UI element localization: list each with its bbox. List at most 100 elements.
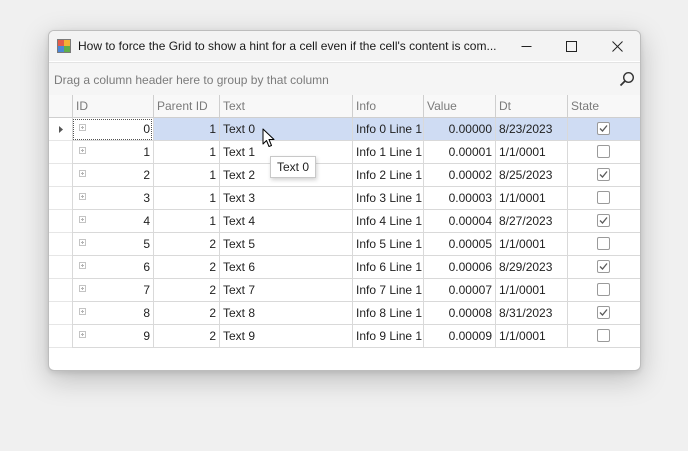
row-indicator[interactable]: [49, 118, 72, 141]
expand-icon[interactable]: [79, 193, 86, 200]
expand-icon[interactable]: [79, 124, 86, 131]
cell-text[interactable]: Text 0: [219, 118, 352, 141]
column-header-text[interactable]: Text: [219, 95, 352, 117]
cell-text[interactable]: Text 7: [219, 279, 352, 302]
cell-info[interactable]: Info 4 Line 1: [352, 210, 423, 233]
cell-state[interactable]: [567, 118, 640, 141]
cell-value[interactable]: 0.00004: [423, 210, 495, 233]
cell-dt[interactable]: 1/1/0001: [495, 141, 567, 164]
table-row[interactable]: 1 1 Text 1 Info 1 Line 1 0.00001 1/1/0001: [49, 141, 640, 164]
cell-id[interactable]: 6: [72, 256, 153, 279]
expand-icon[interactable]: [79, 262, 86, 269]
cell-info[interactable]: Info 8 Line 1: [352, 302, 423, 325]
state-checkbox[interactable]: [597, 191, 610, 204]
cell-id[interactable]: 9: [72, 325, 153, 348]
cell-state[interactable]: [567, 187, 640, 210]
column-header-info[interactable]: Info: [352, 95, 423, 117]
cell-value[interactable]: 0.00007: [423, 279, 495, 302]
state-checkbox[interactable]: [597, 283, 610, 296]
cell-text[interactable]: Text 6: [219, 256, 352, 279]
cell-parent-id[interactable]: 1: [153, 118, 219, 141]
cell-value[interactable]: 0.00003: [423, 187, 495, 210]
row-indicator[interactable]: [49, 141, 72, 164]
cell-parent-id[interactable]: 1: [153, 187, 219, 210]
expand-icon[interactable]: [79, 285, 86, 292]
cell-parent-id[interactable]: 2: [153, 302, 219, 325]
state-checkbox[interactable]: [597, 214, 610, 227]
cell-value[interactable]: 0.00002: [423, 164, 495, 187]
state-checkbox[interactable]: [597, 260, 610, 273]
cell-value[interactable]: 0.00006: [423, 256, 495, 279]
cell-parent-id[interactable]: 2: [153, 233, 219, 256]
cell-id[interactable]: 5: [72, 233, 153, 256]
cell-id[interactable]: 7: [72, 279, 153, 302]
column-header-state[interactable]: State: [567, 95, 640, 117]
row-indicator[interactable]: [49, 233, 72, 256]
cell-text[interactable]: Text 4: [219, 210, 352, 233]
table-row[interactable]: 5 2 Text 5 Info 5 Line 1 0.00005 1/1/0001: [49, 233, 640, 256]
cell-info[interactable]: Info 1 Line 1: [352, 141, 423, 164]
expand-icon[interactable]: [79, 239, 86, 246]
cell-state[interactable]: [567, 256, 640, 279]
cell-info[interactable]: Info 9 Line 1: [352, 325, 423, 348]
column-header-parent-id[interactable]: Parent ID: [153, 95, 219, 117]
cell-id[interactable]: 3: [72, 187, 153, 210]
table-row[interactable]: 9 2 Text 9 Info 9 Line 1 0.00009 1/1/0001: [49, 325, 640, 348]
close-button[interactable]: [594, 31, 640, 61]
table-row[interactable]: 2 1 Text 2 Info 2 Line 1 0.00002 8/25/2023: [49, 164, 640, 187]
cell-value[interactable]: 0.00008: [423, 302, 495, 325]
cell-value[interactable]: 0.00001: [423, 141, 495, 164]
cell-info[interactable]: Info 5 Line 1: [352, 233, 423, 256]
cell-value[interactable]: 0.00009: [423, 325, 495, 348]
cell-info[interactable]: Info 7 Line 1: [352, 279, 423, 302]
cell-text[interactable]: Text 9: [219, 325, 352, 348]
cell-dt[interactable]: 8/29/2023: [495, 256, 567, 279]
table-row[interactable]: 6 2 Text 6 Info 6 Line 1 0.00006 8/29/2023: [49, 256, 640, 279]
expand-icon[interactable]: [79, 216, 86, 223]
table-row[interactable]: 8 2 Text 8 Info 8 Line 1 0.00008 8/31/2023: [49, 302, 640, 325]
cell-dt[interactable]: 8/25/2023: [495, 164, 567, 187]
cell-state[interactable]: [567, 210, 640, 233]
cell-value[interactable]: 0.00005: [423, 233, 495, 256]
cell-value[interactable]: 0.00000: [423, 118, 495, 141]
cell-state[interactable]: [567, 164, 640, 187]
state-checkbox[interactable]: [597, 329, 610, 342]
cell-dt[interactable]: 1/1/0001: [495, 233, 567, 256]
cell-parent-id[interactable]: 2: [153, 279, 219, 302]
table-row[interactable]: 4 1 Text 4 Info 4 Line 1 0.00004 8/27/2023: [49, 210, 640, 233]
cell-id[interactable]: 2: [72, 164, 153, 187]
state-checkbox[interactable]: [597, 306, 610, 319]
column-header-dt[interactable]: Dt: [495, 95, 567, 117]
cell-dt[interactable]: 8/23/2023: [495, 118, 567, 141]
expand-icon[interactable]: [79, 308, 86, 315]
maximize-button[interactable]: [548, 31, 594, 61]
cell-id[interactable]: 8: [72, 302, 153, 325]
row-indicator[interactable]: [49, 279, 72, 302]
state-checkbox[interactable]: [597, 122, 610, 135]
cell-info[interactable]: Info 2 Line 1: [352, 164, 423, 187]
cell-parent-id[interactable]: 2: [153, 256, 219, 279]
group-by-panel[interactable]: Drag a column header here to group by th…: [49, 62, 640, 96]
cell-parent-id[interactable]: 1: [153, 210, 219, 233]
expand-icon[interactable]: [79, 331, 86, 338]
data-grid[interactable]: ID Parent ID Text Info Value Dt State 01…: [49, 95, 640, 349]
cell-parent-id[interactable]: 1: [153, 141, 219, 164]
state-checkbox[interactable]: [597, 168, 610, 181]
row-indicator[interactable]: [49, 325, 72, 348]
cell-dt[interactable]: 1/1/0001: [495, 279, 567, 302]
cell-state[interactable]: [567, 279, 640, 302]
cell-parent-id[interactable]: 1: [153, 164, 219, 187]
cell-id[interactable]: 0: [72, 118, 153, 141]
row-indicator[interactable]: [49, 187, 72, 210]
row-indicator[interactable]: [49, 302, 72, 325]
state-checkbox[interactable]: [597, 237, 610, 250]
cell-info[interactable]: Info 3 Line 1: [352, 187, 423, 210]
cell-state[interactable]: [567, 325, 640, 348]
search-icon[interactable]: [619, 71, 635, 87]
state-checkbox[interactable]: [597, 145, 610, 158]
column-header-value[interactable]: Value: [423, 95, 495, 117]
cell-dt[interactable]: 1/1/0001: [495, 187, 567, 210]
row-indicator[interactable]: [49, 210, 72, 233]
cell-info[interactable]: Info 6 Line 1: [352, 256, 423, 279]
cell-dt[interactable]: 8/27/2023: [495, 210, 567, 233]
